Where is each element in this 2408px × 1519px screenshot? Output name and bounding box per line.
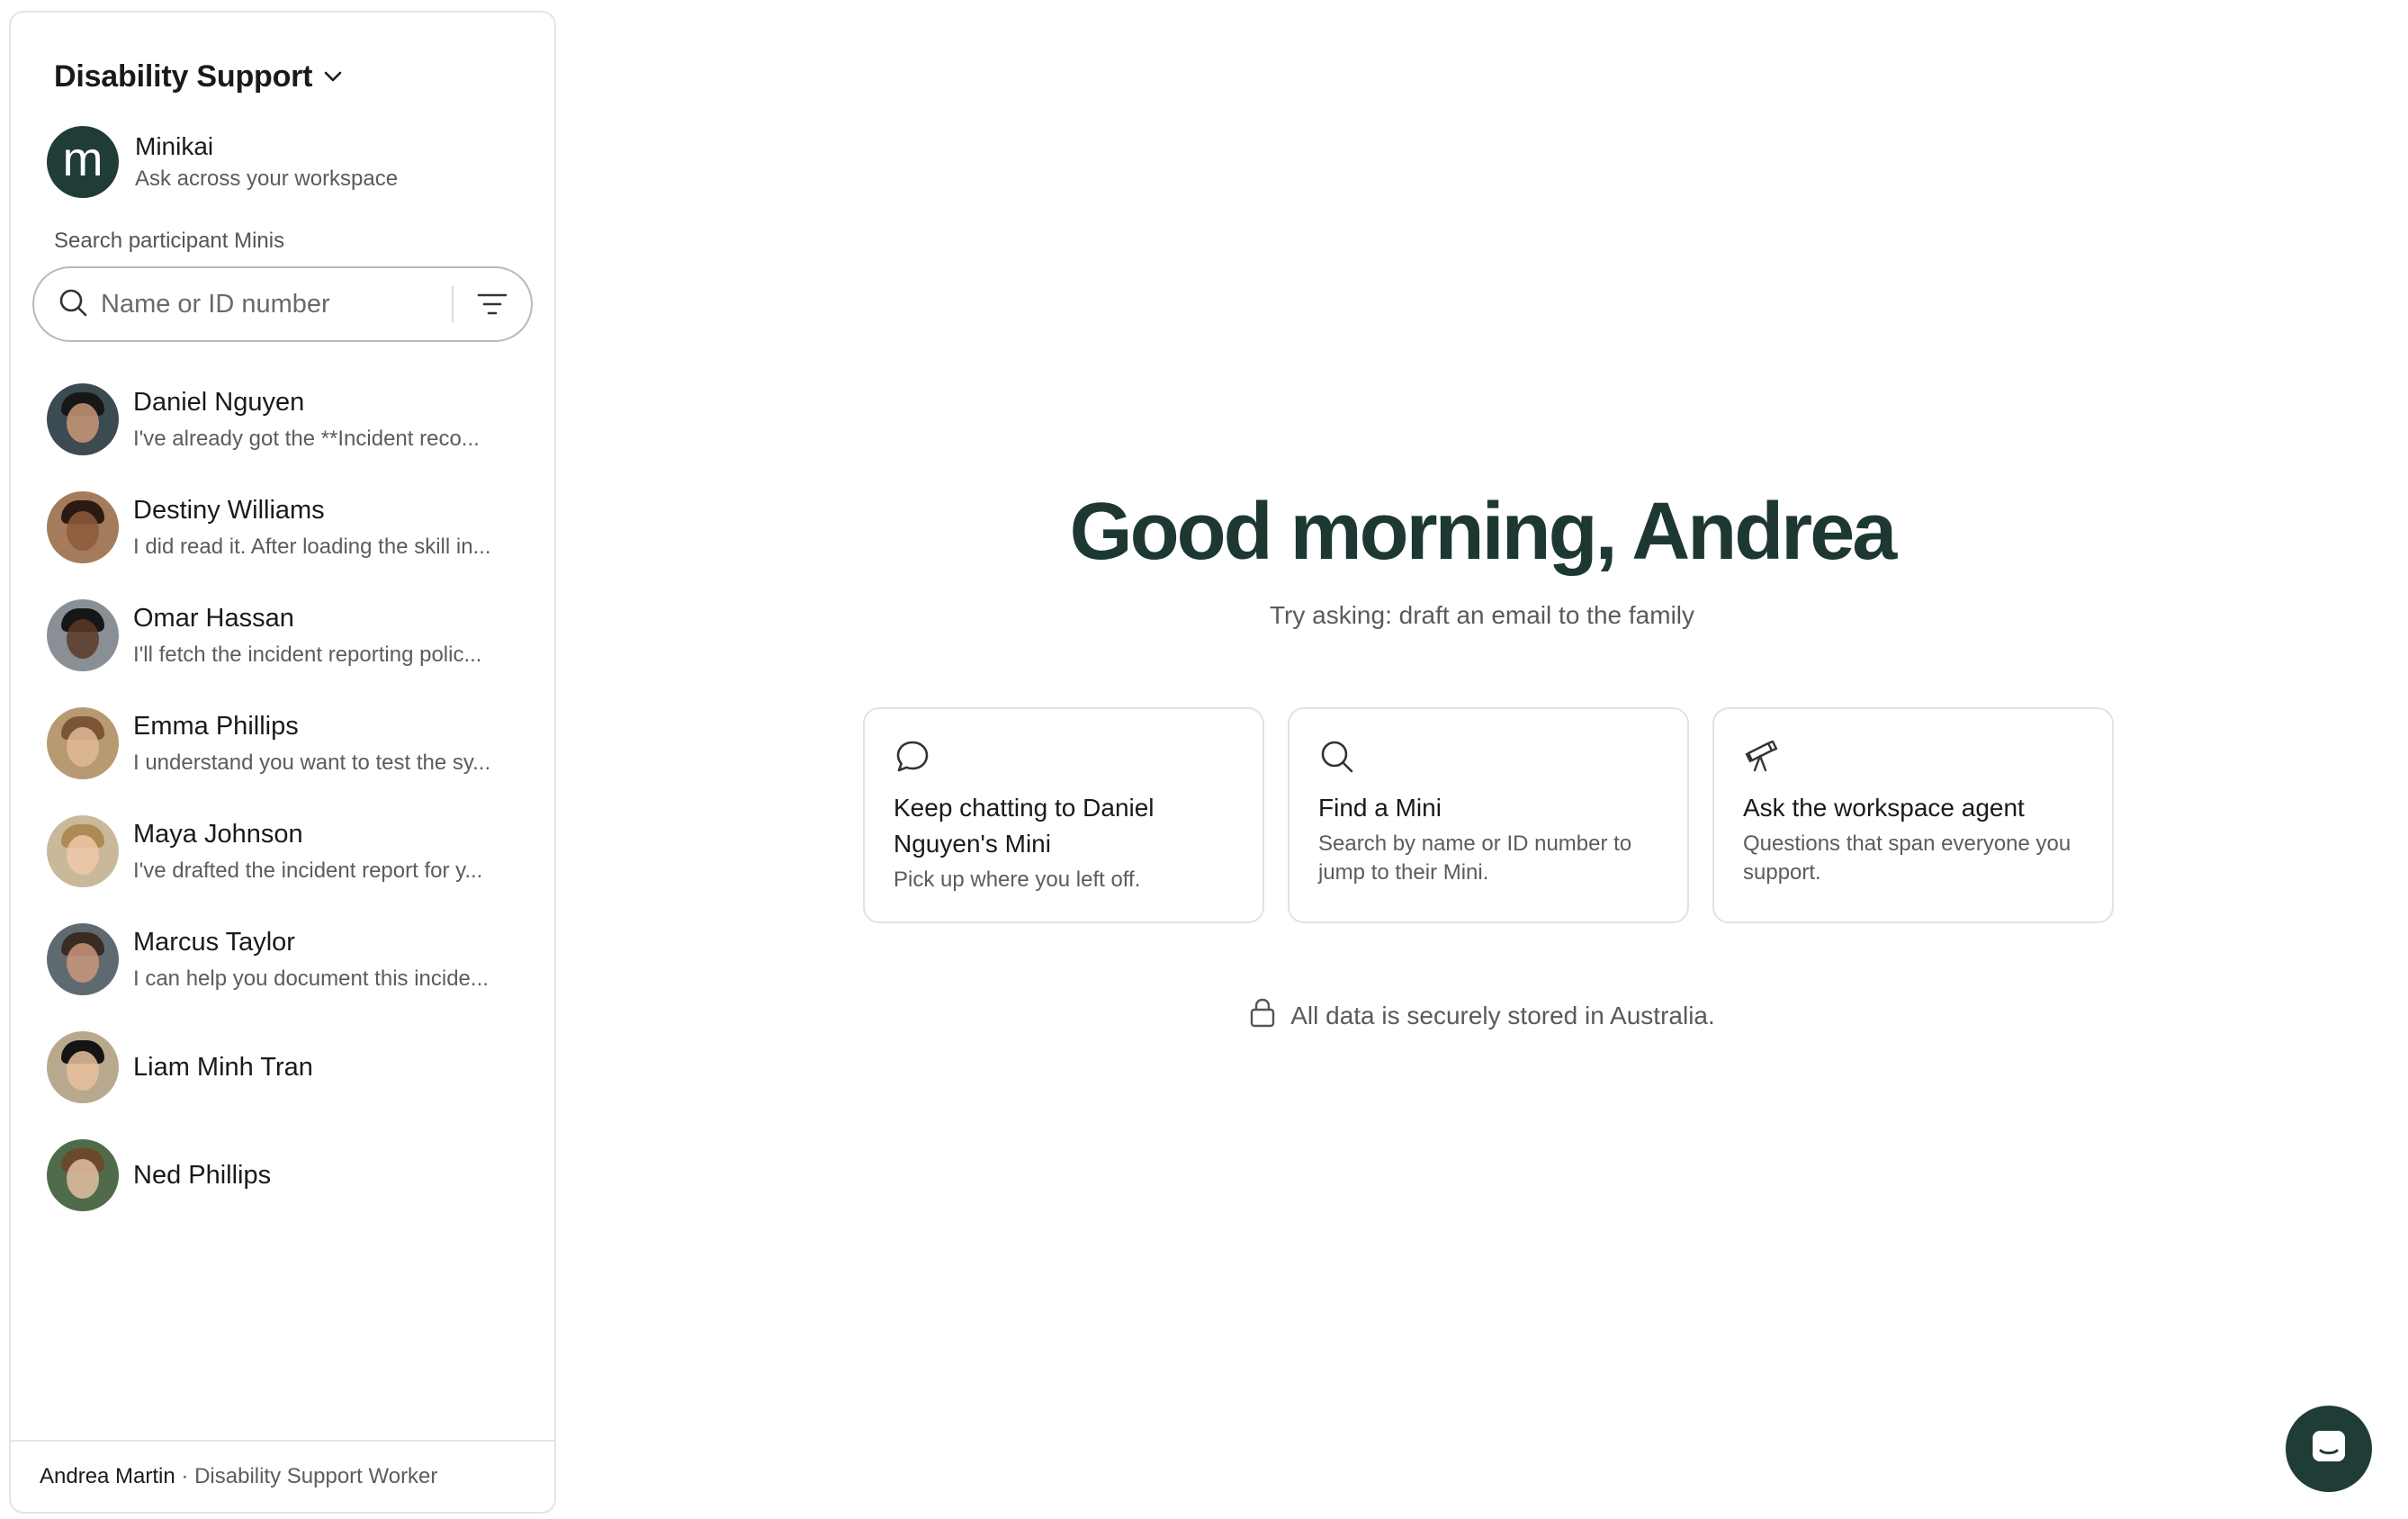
- contact-name: Ned Phillips: [133, 1160, 272, 1190]
- find-mini-card[interactable]: Find a Mini Search by name or ID number …: [1288, 707, 1689, 923]
- search-icon: [58, 287, 88, 322]
- contact-item[interactable]: Maya Johnson I've drafted the incident re…: [11, 797, 554, 905]
- contact-last-message: I'll fetch the incident reporting polic.…: [133, 642, 482, 667]
- card-description: Questions that span everyone you support…: [1743, 831, 2071, 885]
- card-description: Pick up where you left off.: [894, 867, 1141, 892]
- card-title: Ask the workspace agent: [1743, 794, 2025, 822]
- action-cards: Keep chatting to Daniel Nguyen's Mini Pi…: [863, 707, 2114, 923]
- app-window: Disability Support m Minikai Ask across …: [0, 0, 2408, 1519]
- contact-item[interactable]: Omar Hassan I'll fetch the incident repor…: [11, 581, 554, 689]
- user-role: Disability Support Worker: [194, 1464, 438, 1488]
- user-separator: ·: [175, 1464, 195, 1488]
- lock-icon: [1249, 997, 1276, 1034]
- card-description: Search by name or ID number to jump to t…: [1318, 831, 1632, 885]
- contact-name: Marcus Taylor: [133, 927, 295, 957]
- minikai-avatar: m: [47, 126, 119, 198]
- avatar: [47, 1031, 119, 1103]
- workspace-agent-card[interactable]: Ask the workspace agent Questions that s…: [1712, 707, 2114, 923]
- search-label: Search participant Minis: [54, 229, 285, 253]
- search-icon: [1318, 738, 1660, 777]
- contact-item[interactable]: Ned Phillips: [11, 1121, 554, 1229]
- card-title: Find a Mini: [1318, 794, 1442, 822]
- workspace-switcher[interactable]: Disability Support: [11, 13, 554, 95]
- contact-last-message: I've drafted the incident report for y..…: [133, 858, 483, 883]
- contact-name: Emma Phillips: [133, 711, 299, 741]
- avatar: [47, 1139, 119, 1211]
- telescope-icon: [1743, 738, 2085, 777]
- contact-item[interactable]: Liam Minh Tran: [11, 1013, 554, 1121]
- avatar: [47, 599, 119, 671]
- workspace-title: Disability Support: [54, 58, 313, 94]
- contact-item[interactable]: Daniel Nguyen I've already got the **Inci…: [11, 365, 554, 473]
- main-panel: Good morning, Andrea Try asking: draft a…: [556, 0, 2408, 1519]
- contact-item[interactable]: Destiny Williams I did read it. After loa…: [11, 473, 554, 581]
- avatar: [47, 383, 119, 455]
- contact-name: Liam Minh Tran: [133, 1052, 313, 1082]
- user-name: Andrea Martin: [40, 1464, 175, 1488]
- minikai-subtitle: Ask across your workspace: [135, 166, 399, 191]
- contact-name: Omar Hassan: [133, 603, 294, 633]
- suggestion-text: Try asking: draft an email to the family: [1269, 601, 1695, 629]
- search-divider: [452, 286, 454, 322]
- contact-last-message: I did read it. After loading the skill i…: [133, 534, 491, 559]
- continue-chat-card[interactable]: Keep chatting to Daniel Nguyen's Mini Pi…: [863, 707, 1264, 923]
- greeting-heading: Good morning, Andrea: [1069, 487, 1898, 577]
- search-box: [32, 266, 533, 342]
- contact-name: Maya Johnson: [133, 819, 303, 849]
- avatar: [47, 923, 119, 995]
- search-input[interactable]: [101, 289, 443, 319]
- contact-name: Daniel Nguyen: [133, 387, 305, 417]
- contact-last-message: I've already got the **Incident reco...: [133, 426, 480, 451]
- contact-list: Daniel Nguyen I've already got the **Inci…: [11, 365, 554, 1440]
- filter-icon[interactable]: [477, 292, 508, 317]
- security-note: All data is securely stored in Australia…: [556, 997, 2408, 1034]
- contact-name: Destiny Williams: [133, 495, 325, 525]
- chat-bubble-icon: [894, 738, 1235, 777]
- support-chat-button[interactable]: [2286, 1406, 2372, 1492]
- contact-item[interactable]: Emma Phillips I understand you want to te…: [11, 689, 554, 797]
- user-footer[interactable]: Andrea Martin · Disability Support Worke…: [11, 1440, 554, 1512]
- avatar: [47, 491, 119, 563]
- chat-icon: [2309, 1427, 2349, 1471]
- chevron-down-icon: [323, 70, 343, 83]
- contact-last-message: I understand you want to test the sy...: [133, 750, 491, 775]
- avatar: [47, 707, 119, 779]
- minikai-name: Minikai: [135, 132, 214, 160]
- card-title: Keep chatting to Daniel Nguyen's Mini: [894, 794, 1155, 858]
- contact-last-message: I can help you document this incide...: [133, 966, 489, 991]
- avatar: [47, 815, 119, 887]
- sidebar: Disability Support m Minikai Ask across …: [9, 11, 556, 1514]
- contact-item[interactable]: Marcus Taylor I can help you document thi…: [11, 905, 554, 1013]
- minikai-agent-item[interactable]: m Minikai Ask across your workspace: [11, 95, 554, 198]
- security-text: All data is securely stored in Australia…: [1290, 1001, 1715, 1029]
